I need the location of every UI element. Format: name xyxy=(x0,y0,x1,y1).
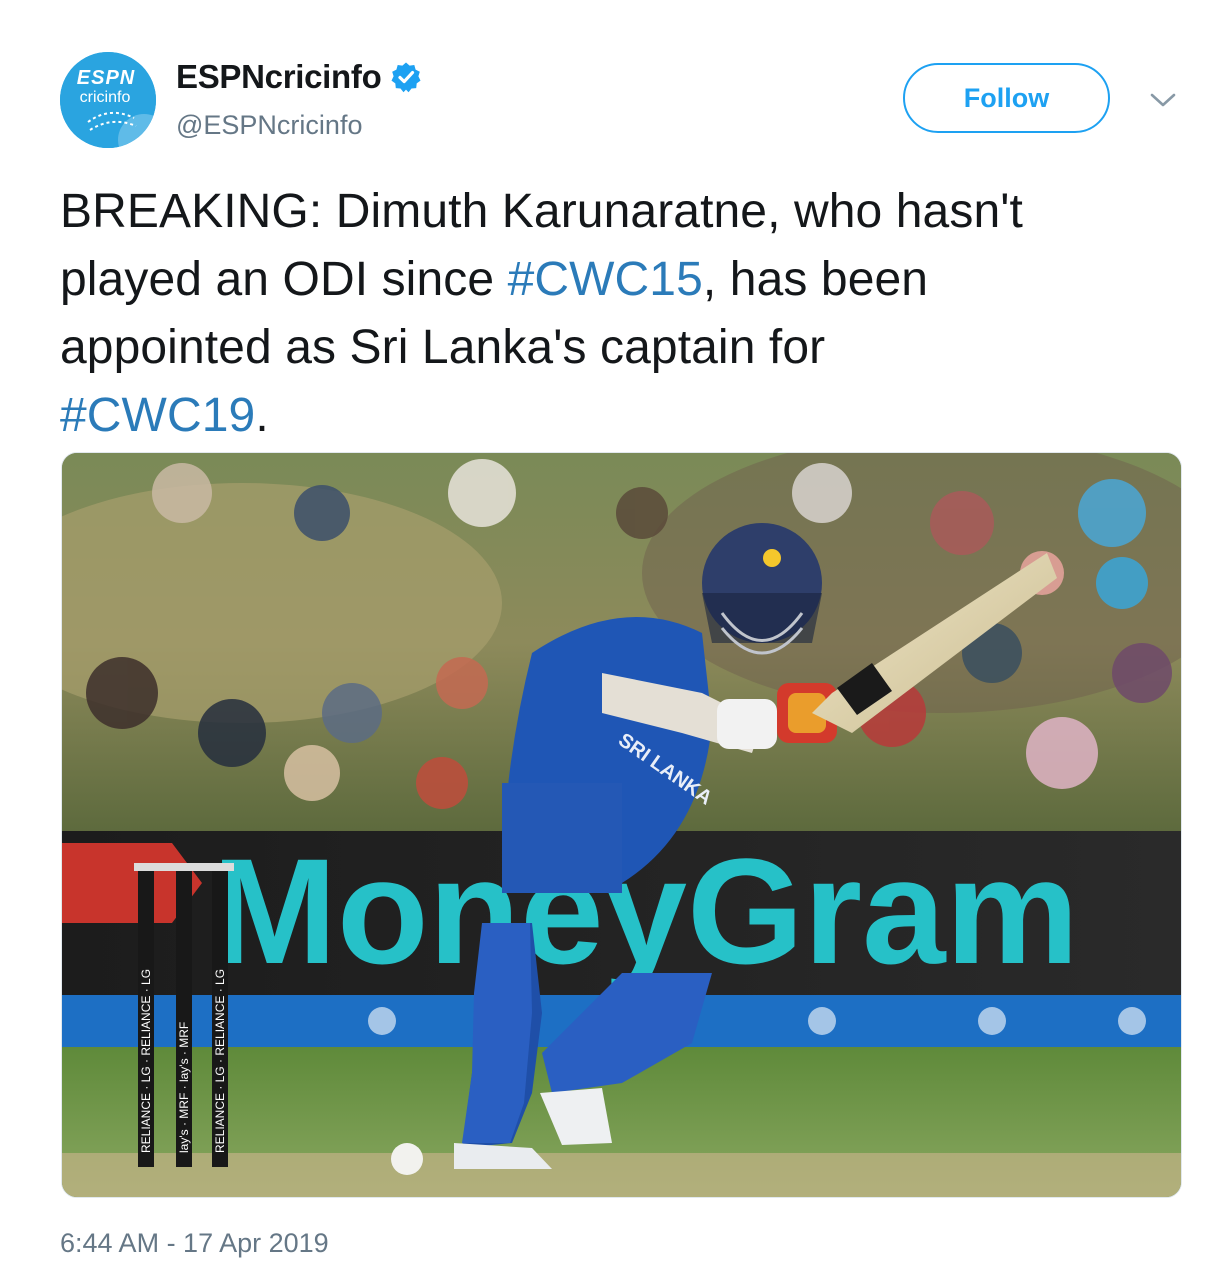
svg-text:RELIANCE · LG · RELIANCE · LG: RELIANCE · LG · RELIANCE · LG xyxy=(213,969,227,1153)
tweet-text: BREAKING: Dimuth Karunaratne, who hasn't… xyxy=(60,178,1180,450)
tweet-text-segment: BREAKING: Dimuth Karunaratne, who hasn't xyxy=(60,185,1023,238)
tweet-text-segment: appointed as Sri Lanka's captain for xyxy=(60,321,826,374)
espncricinfo-logo-icon: ESPN cricinfo xyxy=(60,52,156,148)
verified-badge-icon xyxy=(390,61,422,93)
tweet-timestamp[interactable]: 6:44 AM - 17 Apr 2019 xyxy=(60,1228,329,1259)
hashtag-link[interactable]: #CWC15 xyxy=(508,253,703,306)
follow-button[interactable]: Follow xyxy=(903,63,1110,133)
tweet-card: ESPN cricinfo ESPNcricinfo @ESPNcricinfo… xyxy=(0,0,1214,1276)
cricket-ball xyxy=(391,1143,423,1175)
tweet-text-line: played an ODI since #CWC15, has been xyxy=(60,246,1180,314)
account-handle[interactable]: @ESPNcricinfo xyxy=(176,110,362,141)
tweet-text-segment: , has been xyxy=(702,253,929,306)
tweet-text-segment: played an ODI since xyxy=(60,253,508,306)
chevron-down-icon[interactable] xyxy=(1148,88,1178,112)
svg-text:lay's · MRF · lay's · MRF: lay's · MRF · lay's · MRF xyxy=(177,1022,191,1153)
cricket-photo: MoneyGram RELIANCE · LG · RELIANCE · LG … xyxy=(62,453,1181,1197)
account-display-name[interactable]: ESPNcricinfo xyxy=(176,58,382,96)
account-avatar[interactable]: ESPN cricinfo xyxy=(60,52,156,148)
hashtag-link[interactable]: #CWC19 xyxy=(60,389,255,442)
tweet-text-segment: . xyxy=(255,389,269,442)
stumps: RELIANCE · LG · RELIANCE · LG lay's · MR… xyxy=(134,863,234,1167)
tweet-text-line: #CWC19. xyxy=(60,382,1180,450)
svg-text:ESPN: ESPN xyxy=(77,67,135,89)
tweet-text-line: BREAKING: Dimuth Karunaratne, who hasn't xyxy=(60,178,1180,246)
svg-text:RELIANCE · LG · RELIANCE · LG: RELIANCE · LG · RELIANCE · LG xyxy=(139,969,153,1153)
account-name-row[interactable]: ESPNcricinfo xyxy=(176,58,422,96)
tweet-text-line: appointed as Sri Lanka's captain for xyxy=(60,314,1180,382)
svg-text:cricinfo: cricinfo xyxy=(80,89,131,106)
tweet-photo[interactable]: MoneyGram RELIANCE · LG · RELIANCE · LG … xyxy=(61,452,1182,1198)
